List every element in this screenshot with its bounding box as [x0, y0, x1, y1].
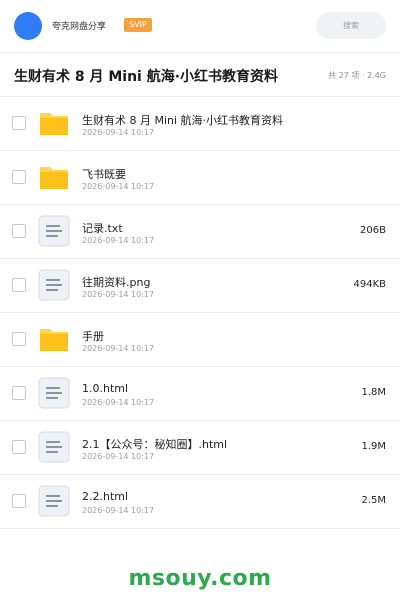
search-button[interactable]: 搜索 [316, 12, 386, 39]
document-icon [38, 485, 70, 517]
list-item[interactable]: 2.1【公众号：秘知圈】.html 2026-09-14 10:17 1.9M [0, 421, 400, 475]
folder-icon [40, 329, 68, 351]
row-checkbox[interactable] [12, 494, 26, 508]
document-icon [38, 431, 70, 463]
file-size: 494KB [353, 279, 386, 290]
file-date: 2026-09-14 10:17 [82, 398, 155, 407]
row-checkbox[interactable] [12, 170, 26, 184]
document-icon [38, 377, 70, 409]
row-checkbox[interactable] [12, 278, 26, 292]
list-item[interactable]: 手册 2026-09-14 10:17 [0, 313, 400, 367]
list-item[interactable]: 生财有术 8 月 Mini 航海·小红书教育资料 2026-09-14 10:1… [0, 97, 400, 151]
file-name: 2.2.html [82, 490, 129, 503]
file-date: 2026-09-14 10:17 [82, 506, 155, 515]
file-size: 1.9M [361, 441, 386, 452]
file-name: 往期资料.png [82, 276, 151, 289]
row-checkbox[interactable] [12, 440, 26, 454]
document-icon [38, 269, 70, 301]
file-name: 记录.txt [82, 222, 123, 235]
file-size: 2.5M [361, 495, 386, 506]
username: 夸克网盘分享 [52, 22, 107, 32]
file-name: 2.1【公众号：秘知圈】.html [82, 438, 228, 451]
svip-badge: SVIP [124, 18, 152, 32]
document-icon [38, 215, 70, 247]
list-item[interactable]: 1.0.html 2026-09-14 10:17 1.8M [0, 367, 400, 421]
folder-icon [40, 167, 68, 189]
row-checkbox[interactable] [12, 224, 26, 238]
folder-summary: 共 27 项 · 2.4G [328, 71, 386, 80]
file-date: 2026-09-14 10:17 [82, 452, 155, 461]
file-name: 生财有术 8 月 Mini 航海·小红书教育资料 [82, 114, 284, 127]
file-list: 生财有术 8 月 Mini 航海·小红书教育资料 2026-09-14 10:1… [0, 97, 400, 529]
file-name: 飞书既要 [82, 168, 126, 181]
folder-header: 生财有术 8 月 Mini 航海·小红书教育资料 共 27 项 · 2.4G [0, 56, 400, 97]
row-checkbox[interactable] [12, 386, 26, 400]
list-item[interactable]: 2.2.html 2026-09-14 10:17 2.5M [0, 475, 400, 529]
header-divider [0, 52, 400, 53]
row-checkbox[interactable] [12, 116, 26, 130]
top-bar: 夸克网盘分享 SVIP 搜索 [0, 0, 400, 52]
list-item[interactable]: 飞书既要 2026-09-14 10:17 [0, 151, 400, 205]
file-name: 1.0.html [82, 382, 129, 395]
file-date: 2026-09-14 10:17 [82, 182, 155, 191]
list-item[interactable]: 往期资料.png 2026-09-14 10:17 494KB [0, 259, 400, 313]
file-size: 206B [360, 225, 386, 236]
page-title: 生财有术 8 月 Mini 航海·小红书教育资料 [14, 69, 279, 85]
file-date: 2026-09-14 10:17 [82, 344, 155, 353]
watermark: msouy.com [128, 566, 272, 591]
file-size: 1.8M [361, 387, 386, 398]
list-item[interactable]: 记录.txt 2026-09-14 10:17 206B [0, 205, 400, 259]
file-date: 2026-09-14 10:17 [82, 128, 155, 137]
avatar[interactable] [14, 12, 42, 40]
folder-icon [40, 113, 68, 135]
file-date: 2026-09-14 10:17 [82, 236, 155, 245]
row-checkbox[interactable] [12, 332, 26, 346]
file-date: 2026-09-14 10:17 [82, 290, 155, 299]
file-name: 手册 [82, 330, 104, 343]
